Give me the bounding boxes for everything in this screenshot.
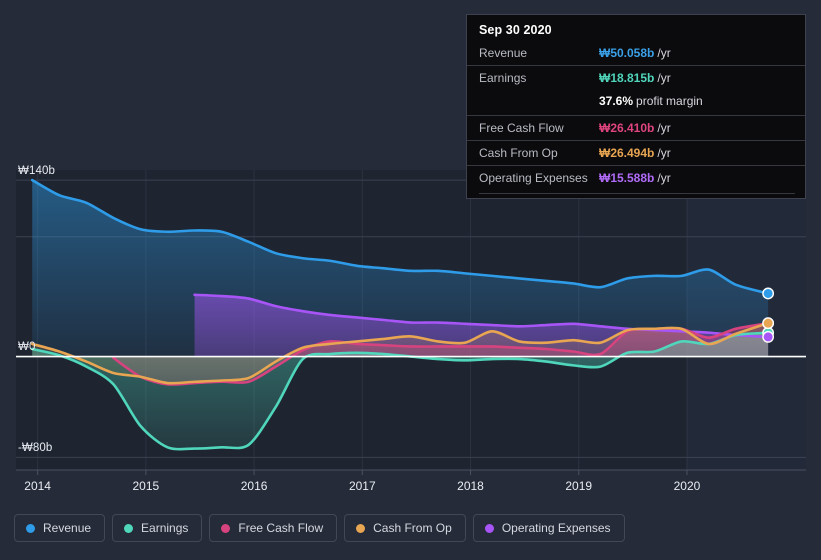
y-axis-label-bottom: -₩80b bbox=[18, 442, 53, 455]
x-axis-ticks bbox=[37, 470, 688, 475]
legend-label: Cash From Op bbox=[373, 521, 452, 535]
legend-dot-icon bbox=[26, 523, 35, 533]
legend-item-operating-expenses[interactable]: Operating Expenses bbox=[472, 514, 625, 542]
tooltip-label-operating-expenses: Operating Expenses bbox=[479, 171, 588, 185]
tooltip-value-revenue: ₩50.058b bbox=[599, 46, 655, 60]
legend-dot-icon bbox=[124, 523, 134, 533]
y-axis-label-top: ₩140b bbox=[18, 165, 55, 178]
x-axis-label-2014: 2014 bbox=[24, 479, 51, 493]
legend-label: Operating Expenses bbox=[501, 521, 611, 535]
tooltip-row-revenue: Revenue ₩50.058b/yr bbox=[467, 44, 805, 65]
legend-item-free-cash-flow[interactable]: Free Cash Flow bbox=[209, 514, 338, 542]
legend-label: Earnings bbox=[141, 521, 189, 535]
legend-dot-icon bbox=[221, 523, 231, 533]
tooltip-row-operating-expenses: Operating Expenses ₩15.588b/yr bbox=[467, 165, 805, 190]
tooltip-bottom-divider bbox=[479, 193, 795, 194]
x-axis-label-2019: 2019 bbox=[565, 479, 593, 493]
tooltip-unit-cash-from-op: /yr bbox=[657, 146, 671, 160]
y-axis-label-zero: ₩0 bbox=[18, 340, 36, 353]
legend-item-earnings[interactable]: Earnings bbox=[112, 514, 203, 542]
tooltip-label-revenue: Revenue bbox=[479, 46, 528, 60]
tooltip-label-profit-margin: profit margin bbox=[636, 94, 703, 108]
x-axis-label-2016: 2016 bbox=[240, 479, 268, 493]
tooltip-unit-free-cash-flow: /yr bbox=[657, 121, 671, 135]
data-tooltip: Sep 30 2020 Revenue ₩50.058b/yr Earnings… bbox=[466, 14, 806, 199]
legend-item-revenue[interactable]: Revenue bbox=[14, 514, 106, 542]
tooltip-unit-earnings: /yr bbox=[657, 71, 671, 85]
endpoint-cash-from-op bbox=[762, 317, 775, 330]
tooltip-value-operating-expenses: ₩15.588b bbox=[599, 171, 655, 185]
endpoint-revenue bbox=[762, 287, 775, 300]
tooltip-row-free-cash-flow: Free Cash Flow ₩26.410b/yr bbox=[467, 115, 805, 140]
tooltip-value-earnings: ₩18.815b bbox=[599, 71, 655, 85]
tooltip-unit-operating-expenses: /yr bbox=[657, 171, 671, 185]
chart-page: ₩140b ₩0 -₩80b 2014 2015 2016 2017 2018 2019 2… bbox=[0, 0, 821, 560]
tooltip-unit-revenue: /yr bbox=[657, 46, 671, 60]
tooltip-label-cash-from-op: Cash From Op bbox=[479, 146, 558, 160]
tooltip-value-cash-from-op: ₩26.494b bbox=[599, 146, 655, 160]
x-axis-label-2015: 2015 bbox=[132, 479, 160, 493]
tooltip-label-earnings: Earnings bbox=[479, 71, 527, 85]
tooltip-label-free-cash-flow: Free Cash Flow bbox=[479, 121, 564, 135]
x-axis-label-2017: 2017 bbox=[348, 479, 376, 493]
tooltip-row-earnings: Earnings ₩18.815b/yr bbox=[467, 65, 805, 90]
endpoint-operating-expenses bbox=[762, 331, 775, 343]
tooltip-value-free-cash-flow: ₩26.410b bbox=[599, 121, 655, 135]
x-axis-label-2018: 2018 bbox=[457, 479, 484, 493]
x-axis-label-2020: 2020 bbox=[673, 479, 701, 493]
tooltip-date: Sep 30 2020 bbox=[479, 23, 552, 37]
legend-label: Revenue bbox=[43, 521, 92, 535]
tooltip-value-profit-margin: 37.6% bbox=[599, 94, 634, 108]
legend-dot-icon bbox=[484, 523, 494, 533]
legend-item-cash-from-op[interactable]: Cash From Op bbox=[344, 514, 466, 542]
tooltip-row-cash-from-op: Cash From Op ₩26.494b/yr bbox=[467, 140, 805, 165]
legend-dot-icon bbox=[356, 523, 366, 533]
tooltip-row-profit-margin: 37.6% profit margin bbox=[467, 90, 805, 115]
chart-legend: Revenue Earnings Free Cash Flow Cash From O… bbox=[14, 514, 625, 542]
legend-label: Free Cash Flow bbox=[238, 521, 324, 535]
